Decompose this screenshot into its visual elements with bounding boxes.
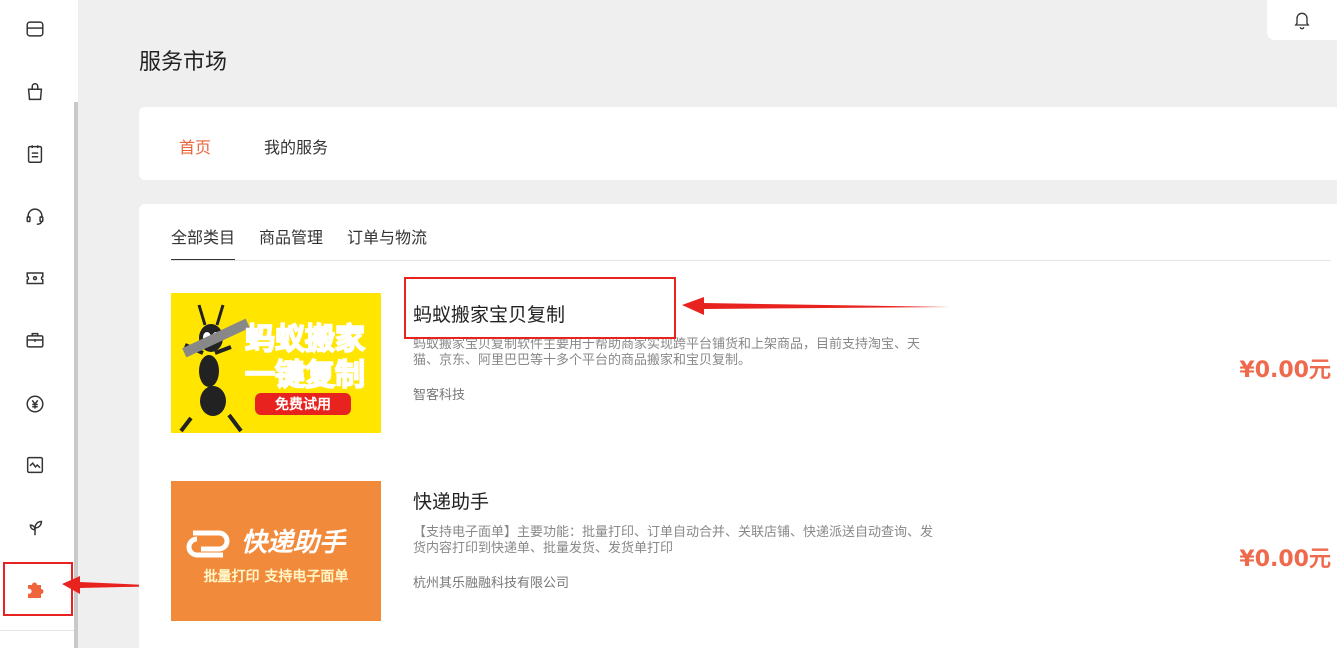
sidebar-divider — [0, 630, 74, 631]
sidebar-item-coupon[interactable] — [0, 254, 70, 302]
sidebar-item-store[interactable] — [0, 5, 70, 53]
headset-icon — [26, 208, 44, 225]
sidebar-item-data[interactable] — [0, 441, 70, 489]
annotation-box-service-name — [404, 277, 676, 339]
service-item[interactable]: 快递助手 批量打印 支持电子面单 快递助手 【支持电子面单】主要功能：批量打印、… — [171, 481, 1337, 621]
sidebar-item-finance[interactable] — [0, 380, 70, 428]
sidebar-item-toolbox[interactable] — [0, 316, 70, 364]
sidebar-item-goods[interactable] — [0, 68, 70, 116]
service-vendor: 智客科技 — [413, 388, 466, 403]
order-list-icon — [27, 145, 43, 163]
store-icon — [26, 21, 44, 37]
sprout-icon — [29, 520, 43, 536]
service-vendor: 杭州其乐融融科技有限公司 — [413, 576, 570, 591]
sidebar-scrollbar[interactable] — [74, 102, 78, 648]
banner-line2: 一键复制 — [245, 358, 365, 393]
annotation-arrow-service-name — [682, 297, 950, 315]
tab-my-services[interactable]: 我的服务 — [264, 134, 328, 158]
notification-button[interactable] — [1267, 0, 1337, 40]
shopping-bag-icon — [27, 83, 43, 101]
service-thumbnail-ant[interactable]: 蚂蚁搬家 一键复制 免费试用 — [171, 293, 381, 433]
service-description: 蚂蚁搬家宝贝复制软件主要用于帮助商家实现跨平台铺货和上架商品，目前支持淘宝、天猫… — [413, 337, 921, 368]
sidebar — [0, 0, 78, 648]
category-divider — [171, 260, 1331, 261]
yuan-icon — [26, 395, 44, 413]
sidebar-item-service[interactable] — [0, 192, 70, 240]
ticket-icon — [26, 272, 44, 285]
banner-line1: 蚂蚁搬家 — [245, 322, 365, 357]
service-list-card: 全部类目 商品管理 订单与物流 蚂蚁搬家 一键复制 免费试用 蚂蚁搬家宝贝复制 … — [139, 204, 1337, 648]
sidebar-item-growth[interactable] — [0, 503, 70, 551]
tab-home[interactable]: 首页 — [179, 134, 211, 158]
service-price: ¥0.00元 — [1239, 547, 1331, 572]
page-title: 服务市场 — [139, 50, 228, 75]
ant-mascot-image: 蚂蚁搬家 一键复制 免费试用 — [171, 293, 381, 433]
service-price: ¥0.00元 — [1239, 358, 1331, 383]
sidebar-item-orders[interactable] — [0, 130, 70, 178]
banner-badge: 免费试用 — [275, 396, 331, 413]
express-banner-image: 快递助手 批量打印 支持电子面单 — [171, 481, 381, 621]
service-name[interactable]: 快递助手 — [413, 487, 489, 514]
nav-tabs-card: 首页 我的服务 — [139, 107, 1337, 180]
category-tab-goods[interactable]: 商品管理 — [259, 224, 323, 261]
chart-icon — [26, 456, 44, 474]
service-thumbnail-express[interactable]: 快递助手 批量打印 支持电子面单 — [171, 481, 381, 621]
briefcase-icon — [26, 332, 44, 348]
category-tab-orders[interactable]: 订单与物流 — [347, 224, 427, 261]
category-tab-all[interactable]: 全部类目 — [171, 224, 236, 261]
express-banner-subtitle: 批量打印 支持电子面单 — [204, 568, 349, 585]
bell-icon — [1294, 12, 1310, 30]
service-description: 【支持电子面单】主要功能：批量打印、订单自动合并、关联店铺、快递派送自动查询、发… — [413, 525, 934, 556]
express-banner-title: 快递助手 — [241, 528, 347, 558]
